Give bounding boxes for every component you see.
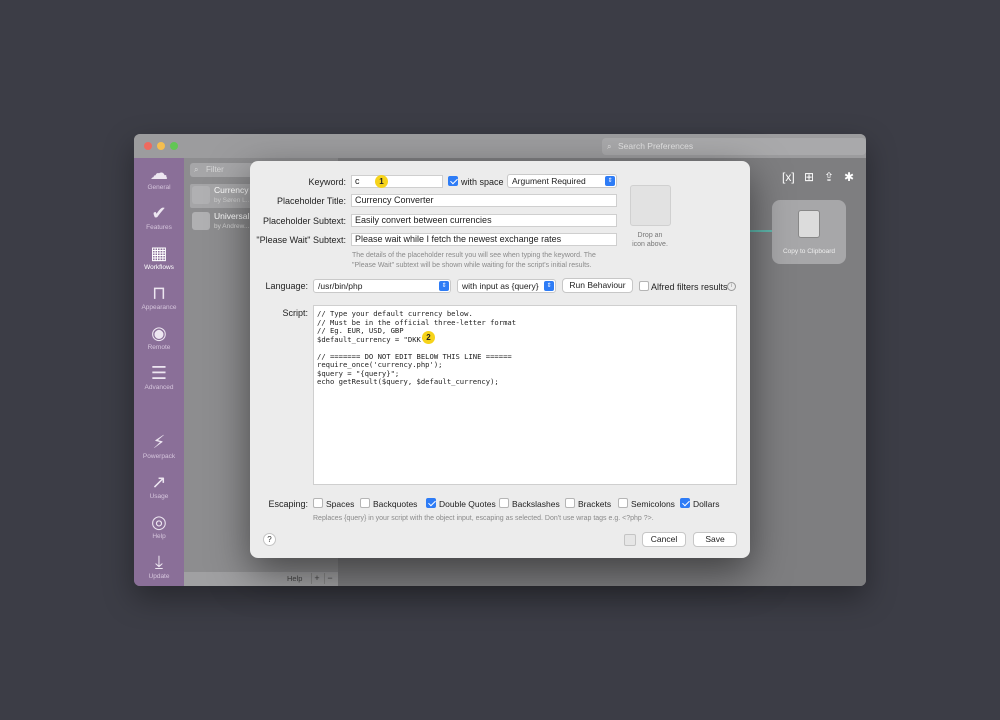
placeholder-title-label: Placeholder Title:: [276, 196, 346, 206]
keyword-field[interactable]: c: [351, 175, 443, 188]
alfred-filters-label: Alfred filters results: [651, 282, 728, 292]
escape-backquotes-checkbox[interactable]: [360, 498, 370, 508]
code-line: echo getResult($query, $default_currency…: [317, 377, 499, 386]
help-link[interactable]: Help: [287, 574, 302, 583]
sliders-icon: ☰: [150, 363, 168, 383]
details-note-line-2: "Please Wait" subtext will be shown whil…: [352, 262, 592, 269]
placeholder-subtext-label: Placeholder Subtext:: [262, 216, 346, 226]
escape-brackets-label: Brackets: [578, 499, 612, 509]
download-icon: ⤓: [155, 552, 163, 572]
script-label: Script:: [282, 308, 308, 318]
search-preferences-input[interactable]: ⌕ Search Preferences: [602, 138, 866, 155]
escape-spaces-checkbox[interactable]: [313, 498, 323, 508]
language-select[interactable]: /usr/bin/php ⇕: [313, 279, 451, 293]
expand-icon[interactable]: [624, 534, 636, 546]
sidebar-item-general[interactable]: ☁ General: [134, 162, 184, 191]
icon-drop-well[interactable]: [630, 185, 671, 226]
hat-icon: ☁: [150, 163, 168, 183]
placeholder-subtext-field[interactable]: Easily convert between currencies: [351, 214, 617, 227]
sidebar-item-advanced[interactable]: ☰ Advanced: [134, 362, 184, 391]
drop-icon-caption: Drop an icon above.: [632, 232, 668, 248]
sidebar-item-powerpack[interactable]: ⚡ Powerpack: [134, 431, 184, 460]
with-space-label: with space: [461, 177, 504, 187]
help-button[interactable]: ?: [263, 533, 276, 546]
escape-dollars-checkbox[interactable]: [680, 498, 690, 508]
search-icon: ⌕: [607, 142, 612, 151]
grid-icon: ▦: [150, 243, 168, 263]
escape-double-quotes-checkbox[interactable]: [426, 498, 436, 508]
placeholder-title-field[interactable]: Currency Converter: [351, 194, 617, 207]
add-workflow-button[interactable]: +: [311, 573, 322, 584]
escape-dollars-label: Dollars: [693, 499, 720, 509]
clipboard-icon: [798, 210, 820, 238]
escape-spaces-label: Spaces: [326, 499, 355, 509]
add-object-icon[interactable]: ⊞: [804, 170, 814, 184]
search-icon: ⌕: [194, 165, 199, 174]
variables-icon[interactable]: [x]: [782, 170, 795, 184]
escape-backslashes-label: Backslashes: [512, 499, 560, 509]
with-space-checkbox[interactable]: [448, 176, 458, 186]
paint-roller-icon: ⊓: [151, 283, 167, 303]
workflow-list-footer: Help + −: [184, 572, 338, 586]
battery-icon: ⚡: [152, 432, 166, 452]
minimize-button[interactable]: [157, 142, 165, 150]
details-note-line-1: The details of the placeholder result yo…: [352, 252, 596, 259]
escape-backslashes-checkbox[interactable]: [499, 498, 509, 508]
workflow-icon: [192, 186, 210, 204]
argument-select[interactable]: Argument Required ⇕: [507, 174, 617, 188]
annotation-badge-1: 1: [375, 175, 388, 188]
escaping-note: Replaces {query} in your script with the…: [313, 515, 654, 522]
escape-backquotes-label: Backquotes: [373, 499, 418, 509]
remove-workflow-button[interactable]: −: [324, 573, 335, 584]
sidebar-item-features[interactable]: ✔ Features: [134, 202, 184, 231]
close-button[interactable]: [144, 142, 152, 150]
escape-semicolons-label: Semicolons: [631, 499, 675, 509]
cancel-button[interactable]: Cancel: [642, 532, 686, 547]
info-icon[interactable]: i: [727, 282, 736, 291]
workflow-item-universal[interactable]: Universal by Andrew...: [190, 210, 252, 234]
sidebar-item-remote[interactable]: ◉ Remote: [134, 322, 184, 351]
sidebar-item-help[interactable]: ◎ Help: [134, 511, 184, 540]
script-editor[interactable]: // Type your default currency below. // …: [313, 305, 737, 485]
chevron-updown-icon: ⇕: [439, 281, 449, 291]
run-behaviour-button[interactable]: Run Behaviour: [562, 278, 633, 293]
zoom-button[interactable]: [170, 142, 178, 150]
debug-icon[interactable]: ✱: [844, 170, 854, 184]
escaping-label: Escaping:: [268, 499, 308, 509]
sidebar-item-appearance[interactable]: ⊓ Appearance: [134, 282, 184, 311]
save-button[interactable]: Save: [693, 532, 737, 547]
please-wait-label: "Please Wait" Subtext:: [256, 235, 346, 245]
please-wait-field[interactable]: Please wait while I fetch the newest exc…: [351, 233, 617, 246]
alfred-filters-checkbox[interactable]: [639, 281, 649, 291]
chevron-updown-icon: ⇕: [544, 281, 554, 291]
sidebar-item-workflows[interactable]: ▦ Workflows: [134, 242, 184, 271]
escape-double-quotes-label: Double Quotes: [439, 499, 496, 509]
script-filter-dialog: Keyword: c 1 with space Argument Require…: [250, 161, 750, 558]
annotation-badge-2: 2: [422, 331, 435, 344]
sidebar-item-update[interactable]: ⤓ Update: [134, 551, 184, 580]
sidebar: ☁ General ✔ Features ▦ Workflows ⊓ Appea…: [134, 158, 184, 586]
checkmark-icon: ✔: [151, 203, 167, 223]
code-line: $default_currency = "DKK";: [317, 334, 430, 344]
share-icon[interactable]: ⇪: [824, 170, 834, 184]
chevron-updown-icon: ⇕: [605, 176, 615, 186]
lifebuoy-icon: ◎: [151, 512, 167, 532]
workflow-icon: [192, 212, 210, 230]
escape-brackets-checkbox[interactable]: [565, 498, 575, 508]
sidebar-item-usage[interactable]: ↗ Usage: [134, 471, 184, 500]
remote-icon: ◉: [151, 323, 167, 343]
escape-semicolons-checkbox[interactable]: [618, 498, 628, 508]
chart-icon: ↗: [151, 472, 167, 492]
title-bar: ⌕ Search Preferences: [134, 134, 866, 158]
keyword-label: Keyword:: [308, 177, 346, 187]
copy-to-clipboard-node[interactable]: Copy to Clipboard: [772, 200, 846, 264]
input-mode-select[interactable]: with input as {query} ⇕: [457, 279, 556, 293]
workflow-item-currency[interactable]: Currency by Søren L...: [190, 184, 252, 208]
language-label: Language:: [265, 281, 308, 291]
